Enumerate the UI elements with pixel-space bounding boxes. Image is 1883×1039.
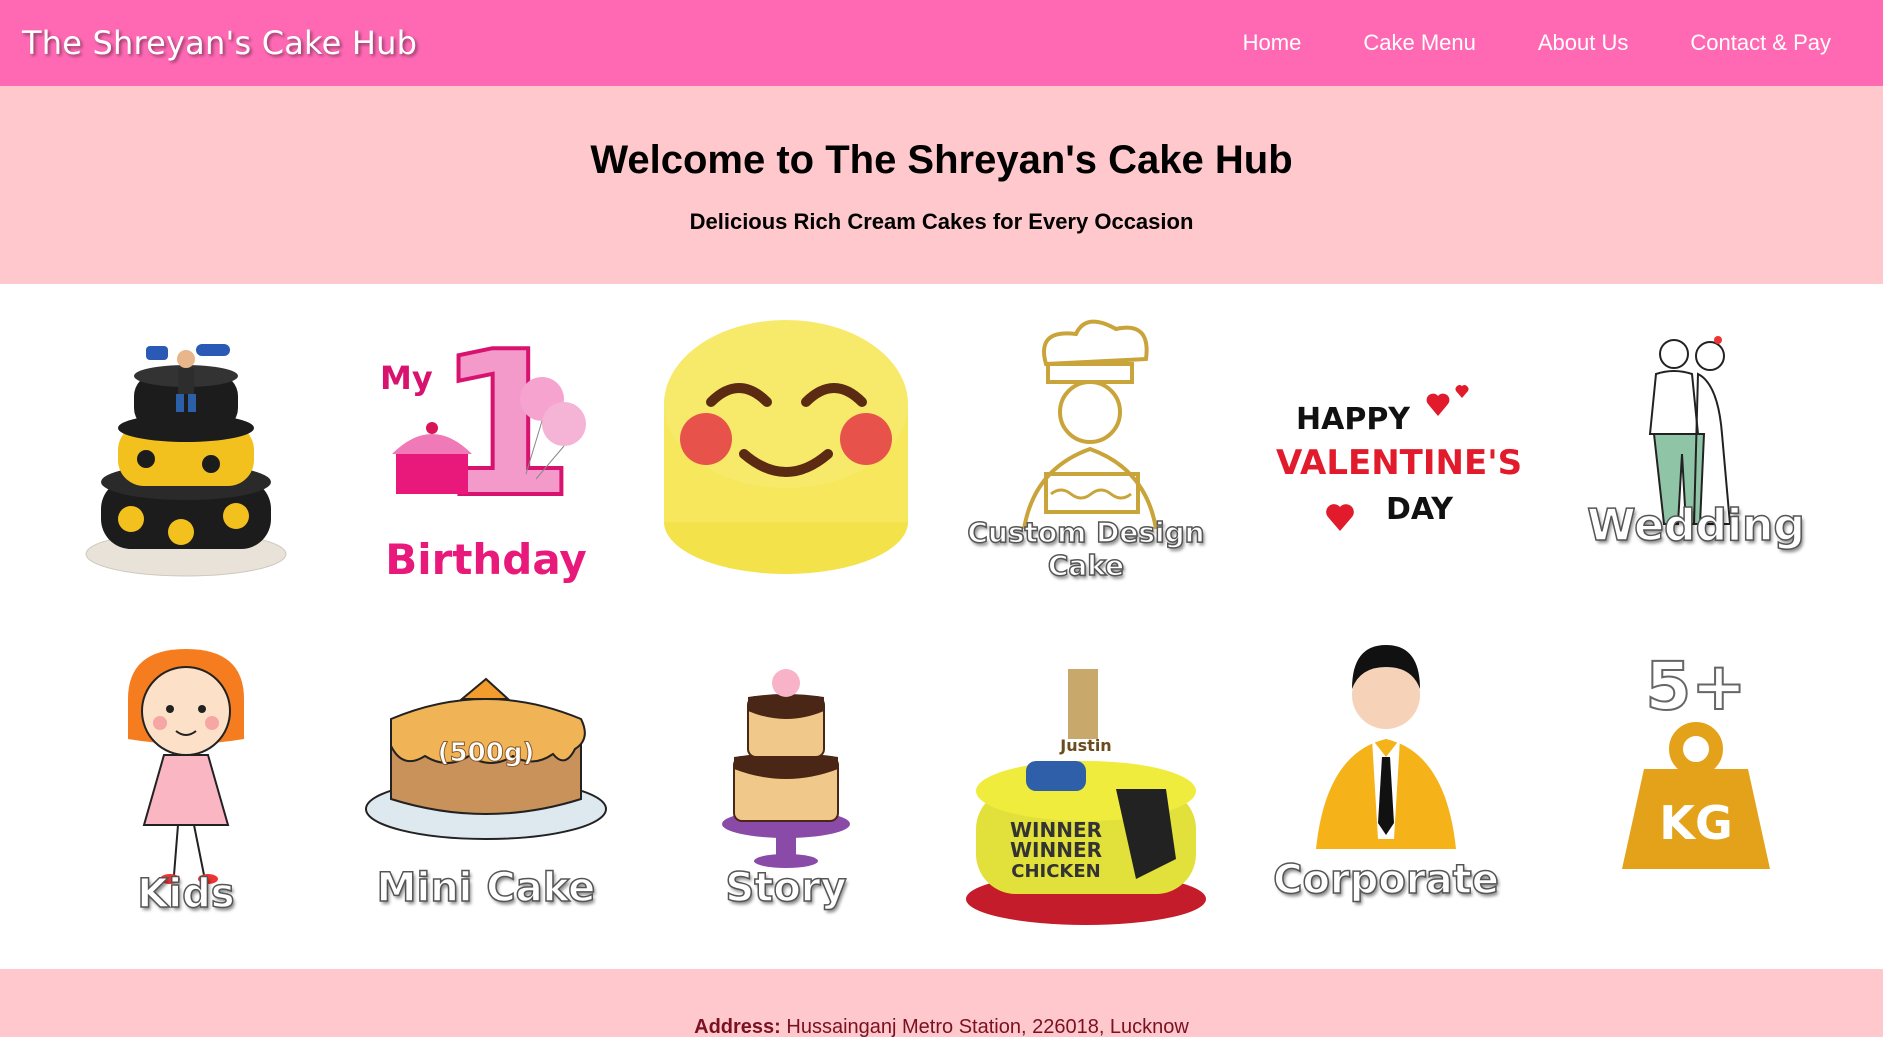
- corporate-label: Corporate: [1272, 856, 1499, 904]
- hero-subtitle: Delicious Rich Cream Cakes for Every Occ…: [689, 209, 1194, 234]
- tile-first-birthday[interactable]: My 1 Birthday: [336, 304, 636, 604]
- nav-links: Home Cake Menu About Us Contact & Pay: [1181, 30, 1831, 56]
- address-label: Address:: [694, 1016, 781, 1038]
- kids-label: Kids: [137, 870, 236, 918]
- weight-kg-text: KG: [1659, 796, 1732, 850]
- story-label: Story: [725, 864, 848, 912]
- wedding-couple-icon: [1648, 336, 1732, 525]
- weight-kg-icon: 5+ KG: [1622, 647, 1770, 869]
- tile-mini-cake[interactable]: (500g) Mini Cake: [336, 639, 636, 939]
- tile-tiered-cake[interactable]: [36, 304, 336, 604]
- custom-design-cake-label: Custom Design Cake: [967, 515, 1206, 583]
- tile-story[interactable]: Story: [636, 639, 936, 939]
- tile-custom-design-cake[interactable]: Custom Design Cake: [936, 304, 1236, 604]
- footer: Address: Hussainganj Metro Station, 2260…: [0, 969, 1883, 1039]
- birthday-my-text: My: [380, 359, 433, 397]
- tile-smiley-cake[interactable]: [636, 304, 936, 604]
- gaming-cake-text-2: WINNER: [1010, 838, 1102, 862]
- tile-gaming-cake[interactable]: Justin WINNER WINNER CHICKEN: [936, 639, 1236, 939]
- gaming-cake-topper-name: Justin: [1059, 736, 1111, 755]
- footer-address: Address: Hussainganj Metro Station, 2260…: [0, 1016, 1883, 1039]
- valentine-happy-text: HAPPY: [1296, 402, 1411, 437]
- smiley-cake-icon: [664, 320, 908, 574]
- address-value: Hussainganj Metro Station, 226018, Luckn…: [786, 1016, 1189, 1038]
- valentine-name-text: VALENTINE'S: [1276, 443, 1522, 483]
- mini-cake-weight-badge: (500g): [438, 738, 535, 768]
- cake-category-grid: My 1 Birthday Custom Design Cake HAPPY V…: [0, 284, 1883, 969]
- nav-link-cake-menu[interactable]: Cake Menu: [1363, 30, 1476, 56]
- weight-five-plus-text: 5+: [1645, 648, 1746, 725]
- nav-link-home[interactable]: Home: [1243, 30, 1302, 56]
- wedding-label: Wedding: [1586, 499, 1805, 552]
- top-navbar: The Shreyan's Cake Hub Home Cake Menu Ab…: [0, 0, 1883, 86]
- mini-cake-label: Mini Cake: [376, 864, 596, 912]
- hero-banner: Welcome to The Shreyan's Cake Hub Delici…: [0, 86, 1883, 284]
- tile-wedding[interactable]: Wedding: [1546, 304, 1846, 604]
- tile-kids[interactable]: Kids: [36, 639, 336, 939]
- birthday-word: Birthday: [385, 535, 587, 584]
- hero-title: Welcome to The Shreyan's Cake Hub: [590, 138, 1293, 182]
- gaming-cake-icon: Justin WINNER WINNER CHICKEN: [966, 669, 1206, 925]
- tiered-cake-icon: [85, 344, 287, 577]
- tile-five-plus-kg[interactable]: 5+ KG: [1546, 639, 1846, 939]
- valentine-day-text: DAY: [1386, 492, 1454, 527]
- valentine-icon: HAPPY VALENTINE'S DAY: [1276, 385, 1522, 531]
- first-birthday-icon: My 1 Birthday: [380, 307, 587, 584]
- nav-link-about-us[interactable]: About Us: [1538, 30, 1629, 56]
- tile-valentines-day[interactable]: HAPPY VALENTINE'S DAY: [1236, 304, 1536, 604]
- gaming-cake-text-3: CHICKEN: [1011, 861, 1101, 882]
- tile-corporate[interactable]: Corporate: [1236, 639, 1536, 939]
- brand-logo-text[interactable]: The Shreyan's Cake Hub: [22, 24, 417, 62]
- nav-link-contact-pay[interactable]: Contact & Pay: [1690, 30, 1831, 56]
